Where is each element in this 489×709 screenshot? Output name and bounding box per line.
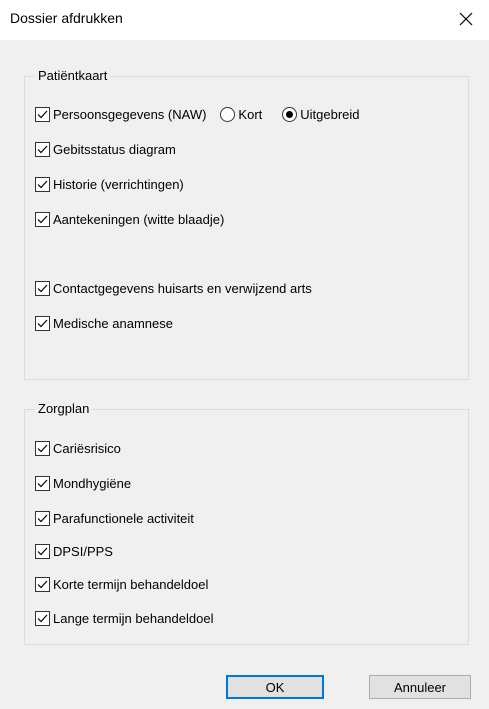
mondhygiene-row: Mondhygiëne (35, 474, 131, 492)
checkmark-icon (37, 284, 48, 292)
zorgplan-group: Zorgplan Cariësrisico Mondhygiëne Parafu… (24, 401, 469, 645)
radio-uitgebreid[interactable]: Uitgebreid (282, 106, 360, 122)
checkmark-icon (37, 180, 48, 188)
aantekeningen-row: Aantekeningen (witte blaadje) (35, 210, 224, 228)
title-bar: Dossier afdrukken (0, 0, 489, 40)
checkmark-icon (37, 215, 48, 223)
parafunctionele-label: Parafunctionele activiteit (53, 510, 194, 526)
dialog-title: Dossier afdrukken (10, 10, 123, 26)
persoonsgegevens-row: Persoonsgegevens (NAW) Kort Uitgebreid (35, 105, 360, 123)
print-dossier-dialog: Dossier afdrukken Patiëntkaart Persoonsg… (0, 0, 489, 709)
korte-termijn-row: Korte termijn behandeldoel (35, 575, 208, 593)
medische-anamnese-checkbox[interactable] (35, 315, 50, 331)
radio-selected-dot (286, 110, 294, 118)
medische-anamnese-label: Medische anamnese (53, 315, 173, 331)
close-icon (459, 12, 473, 26)
patientkaart-group: Patiëntkaart Persoonsgegevens (NAW) Kort… (24, 68, 469, 380)
radio-kort-label: Kort (238, 106, 263, 122)
checkmark-icon (37, 444, 48, 452)
mondhygiene-label: Mondhygiëne (53, 475, 132, 491)
gebitsstatus-label: Gebitsstatus diagram (53, 141, 176, 157)
dpsi-pps-row: DPSI/PPS (35, 542, 113, 560)
cariesrisico-row: Cariësrisico (35, 439, 121, 457)
cariesrisico-checkbox[interactable] (35, 440, 50, 456)
lange-termijn-checkbox[interactable] (35, 610, 50, 626)
contactgegevens-checkbox[interactable] (35, 280, 50, 296)
aantekeningen-checkbox[interactable] (35, 211, 50, 227)
historie-label: Historie (verrichtingen) (53, 176, 184, 192)
contactgegevens-label: Contactgegevens huisarts en verwijzend a… (53, 280, 312, 296)
parafunctionele-row: Parafunctionele activiteit (35, 509, 194, 527)
lange-termijn-row: Lange termijn behandeldoel (35, 609, 213, 627)
medische-anamnese-row: Medische anamnese (35, 314, 173, 332)
checkmark-icon (37, 110, 48, 118)
cancel-button[interactable]: Annuleer (369, 675, 471, 699)
checkmark-icon (37, 145, 48, 153)
radio-uitgebreid-label: Uitgebreid (300, 106, 360, 122)
checkmark-icon (37, 580, 48, 588)
contactgegevens-row: Contactgegevens huisarts en verwijzend a… (35, 279, 312, 297)
patientkaart-legend: Patiëntkaart (35, 68, 111, 83)
gebitsstatus-row: Gebitsstatus diagram (35, 140, 176, 158)
mondhygiene-checkbox[interactable] (35, 475, 50, 491)
checkmark-icon (37, 547, 48, 555)
persoonsgegevens-label: Persoonsgegevens (NAW) (53, 106, 207, 122)
checkmark-icon (37, 319, 48, 327)
radio-kort[interactable]: Kort (220, 106, 263, 122)
korte-termijn-checkbox[interactable] (35, 576, 50, 592)
checkmark-icon (37, 614, 48, 622)
lange-termijn-label: Lange termijn behandeldoel (53, 610, 214, 626)
radio-kort-circle[interactable] (220, 106, 236, 122)
gebitsstatus-checkbox[interactable] (35, 141, 50, 157)
historie-row: Historie (verrichtingen) (35, 175, 184, 193)
checkmark-icon (37, 514, 48, 522)
aantekeningen-label: Aantekeningen (witte blaadje) (53, 211, 225, 227)
checkmark-icon (37, 479, 48, 487)
cariesrisico-label: Cariësrisico (53, 440, 121, 456)
historie-checkbox[interactable] (35, 176, 50, 192)
zorgplan-legend: Zorgplan (35, 401, 93, 416)
close-button[interactable] (443, 0, 489, 38)
persoonsgegevens-checkbox[interactable] (35, 106, 50, 122)
parafunctionele-checkbox[interactable] (35, 510, 50, 526)
dpsi-pps-label: DPSI/PPS (53, 543, 113, 559)
dpsi-pps-checkbox[interactable] (35, 543, 50, 559)
ok-button[interactable]: OK (226, 675, 324, 699)
radio-uitgebreid-circle[interactable] (282, 106, 298, 122)
korte-termijn-label: Korte termijn behandeldoel (53, 576, 209, 592)
